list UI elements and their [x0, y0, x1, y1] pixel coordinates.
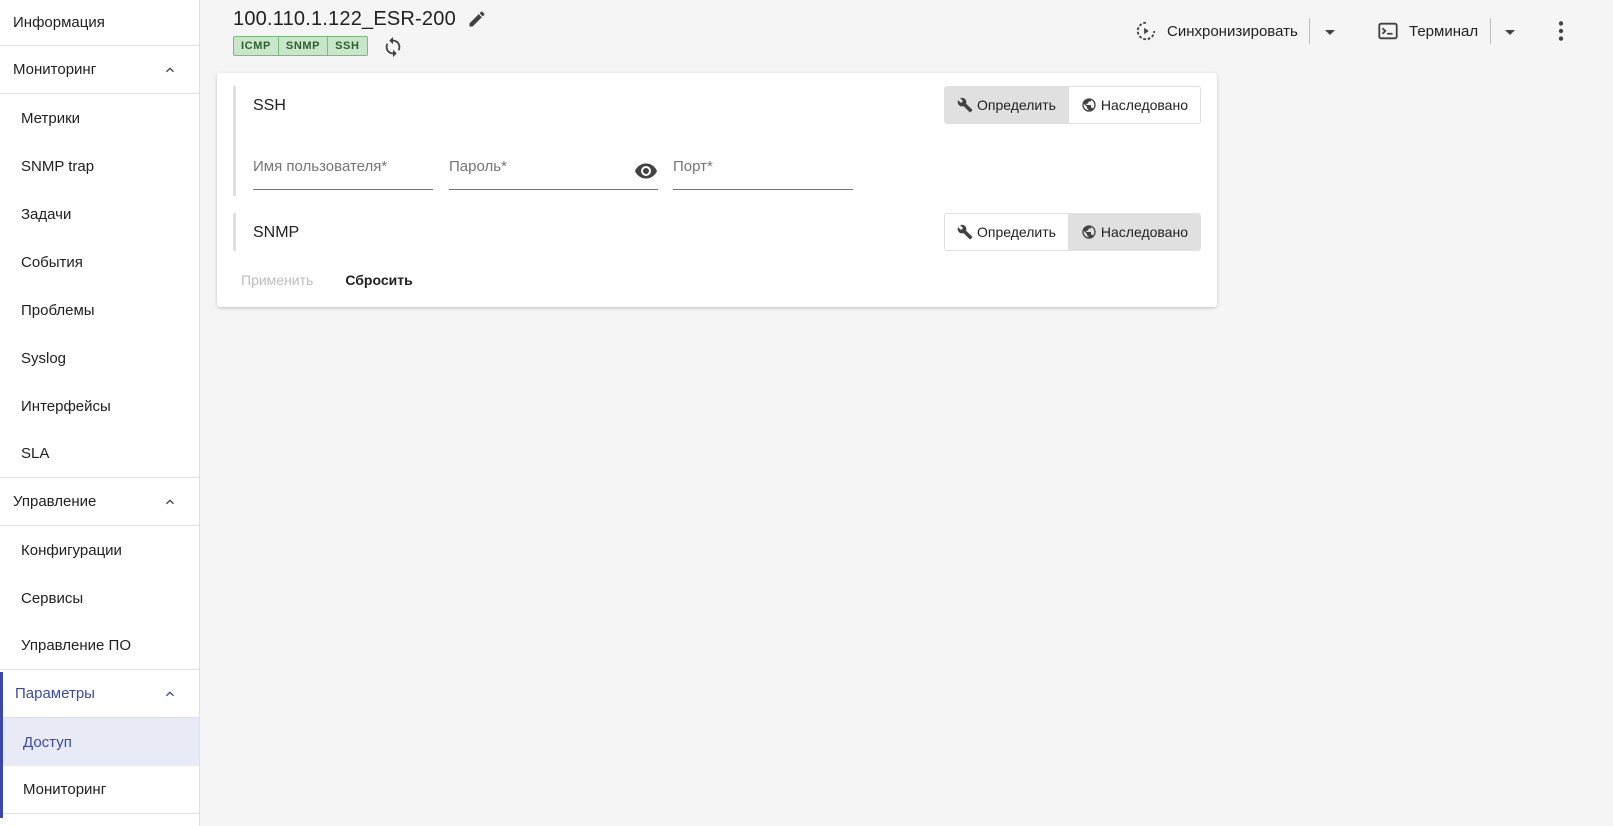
sidebar-item-label: Задачи	[21, 205, 72, 223]
sidebar: Информация Мониторинг Метрики SNMP trap …	[0, 0, 200, 826]
access-card: SSH Определить Наследовано SNMP	[217, 73, 1217, 307]
ssh-section: SSH Определить Наследовано	[233, 86, 1201, 196]
snmp-inherited-label: Наследовано	[1100, 224, 1188, 240]
chip-ssh: SSH	[328, 37, 367, 55]
sidebar-item-label: SLA	[21, 445, 50, 462]
snmp-title: SNMP	[253, 224, 300, 241]
terminal-icon	[1378, 22, 1398, 40]
sync-play-icon	[1136, 21, 1156, 41]
sidebar-group-management[interactable]: Управление	[0, 478, 199, 526]
chevron-up-icon	[166, 66, 174, 72]
eye-icon[interactable]	[634, 159, 658, 183]
snmp-section: SNMP Определить Наследовано	[233, 213, 1201, 251]
sidebar-item-label: Syslog	[21, 349, 67, 367]
terminal-button[interactable]: Терминал	[1377, 14, 1478, 48]
page-title: 100.110.1.122_ESR-200	[233, 8, 456, 30]
sidebar-item-label: Конфигурации	[21, 541, 122, 559]
sidebar-group-label: Управление	[13, 493, 97, 510]
sidebar-item-label: События	[21, 253, 83, 271]
divider	[1490, 18, 1491, 44]
sidebar-item-label: Сервисы	[21, 589, 84, 607]
chip-icmp: ICMP	[234, 37, 279, 55]
password-field	[449, 146, 658, 190]
chip-snmp: SNMP	[278, 37, 329, 55]
password-input[interactable]	[449, 146, 619, 175]
username-field	[253, 146, 433, 190]
sync-label: Синхронизировать	[1167, 22, 1298, 40]
divider	[1309, 18, 1310, 44]
sidebar-item-services[interactable]: Сервисы	[0, 574, 199, 622]
globe-icon	[1082, 98, 1096, 112]
sidebar-item-configurations[interactable]: Конфигурации	[0, 526, 199, 574]
reset-button[interactable]: Сбросить	[335, 266, 422, 294]
wrench-icon	[957, 224, 973, 240]
terminal-label: Терминал	[1409, 22, 1479, 40]
sidebar-active-accent	[0, 672, 3, 818]
sidebar-item-problems[interactable]: Проблемы	[0, 286, 199, 334]
snmp-define-label: Определить	[976, 224, 1056, 240]
sync-dropdown-icon[interactable]	[1318, 20, 1342, 44]
sidebar-item-monitoring-params[interactable]: Мониторинг	[0, 766, 199, 814]
sidebar-item-info[interactable]: Информация	[0, 0, 199, 46]
sidebar-item-label: Проблемы	[21, 301, 95, 319]
sidebar-item-tasks[interactable]: Задачи	[0, 190, 199, 238]
sidebar-group-label: Параметры	[15, 685, 95, 702]
more-vert-icon[interactable]	[1548, 18, 1574, 44]
sidebar-item-metrics[interactable]: Метрики	[0, 94, 199, 142]
apply-button[interactable]: Применить	[231, 266, 323, 294]
device-header: 100.110.1.122_ESR-200 ICMP SNMP SSH Синх…	[200, 0, 1597, 63]
port-field	[673, 146, 853, 190]
form-actions: Применить Сбросить	[231, 266, 435, 294]
terminal-dropdown-icon[interactable]	[1498, 20, 1522, 44]
ssh-inherited-label: Наследовано	[1100, 97, 1188, 113]
chevron-up-icon	[166, 690, 174, 696]
username-input[interactable]	[253, 146, 433, 175]
snmp-inherited-button[interactable]: Наследовано	[1067, 214, 1200, 250]
protocol-chips: ICMP SNMP SSH	[233, 36, 368, 56]
sidebar-item-software-management[interactable]: Управление ПО	[0, 622, 199, 670]
sidebar-item-label: Мониторинг	[23, 781, 107, 798]
port-input[interactable]	[673, 146, 853, 175]
ssh-title: SSH	[253, 97, 286, 114]
sidebar-item-label: Метрики	[21, 109, 81, 127]
chevron-up-icon	[166, 498, 174, 504]
refresh-icon[interactable]	[382, 36, 404, 58]
sidebar-item-sla[interactable]: SLA	[0, 430, 199, 478]
sidebar-item-syslog[interactable]: Syslog	[0, 334, 199, 382]
sidebar-item-label: SNMP trap	[21, 157, 95, 175]
snmp-define-button[interactable]: Определить	[944, 214, 1068, 250]
pencil-icon[interactable]	[467, 9, 487, 29]
sidebar-item-interfaces[interactable]: Интерфейсы	[0, 382, 199, 430]
ssh-define-label: Определить	[976, 97, 1056, 113]
sidebar-item-label: Информация	[13, 14, 105, 31]
sidebar-item-snmp-trap[interactable]: SNMP trap	[0, 142, 199, 190]
globe-icon	[1082, 225, 1096, 239]
sidebar-group-parameters[interactable]: Параметры	[0, 670, 199, 718]
sync-button[interactable]: Синхронизировать	[1135, 14, 1298, 48]
wrench-icon	[957, 97, 973, 113]
ssh-inherited-button[interactable]: Наследовано	[1067, 87, 1200, 123]
sidebar-item-events[interactable]: События	[0, 238, 199, 286]
snmp-mode-toggle: Определить Наследовано	[943, 213, 1201, 251]
ssh-define-button[interactable]: Определить	[944, 87, 1068, 123]
sidebar-item-label: Интерфейсы	[21, 397, 111, 415]
sidebar-group-label: Мониторинг	[13, 61, 97, 78]
ssh-mode-toggle: Определить Наследовано	[943, 86, 1201, 124]
sidebar-item-label: Управление ПО	[21, 637, 132, 654]
sidebar-group-monitoring[interactable]: Мониторинг	[0, 46, 199, 94]
sidebar-item-access[interactable]: Доступ	[0, 718, 199, 766]
sidebar-item-label: Доступ	[23, 733, 72, 751]
